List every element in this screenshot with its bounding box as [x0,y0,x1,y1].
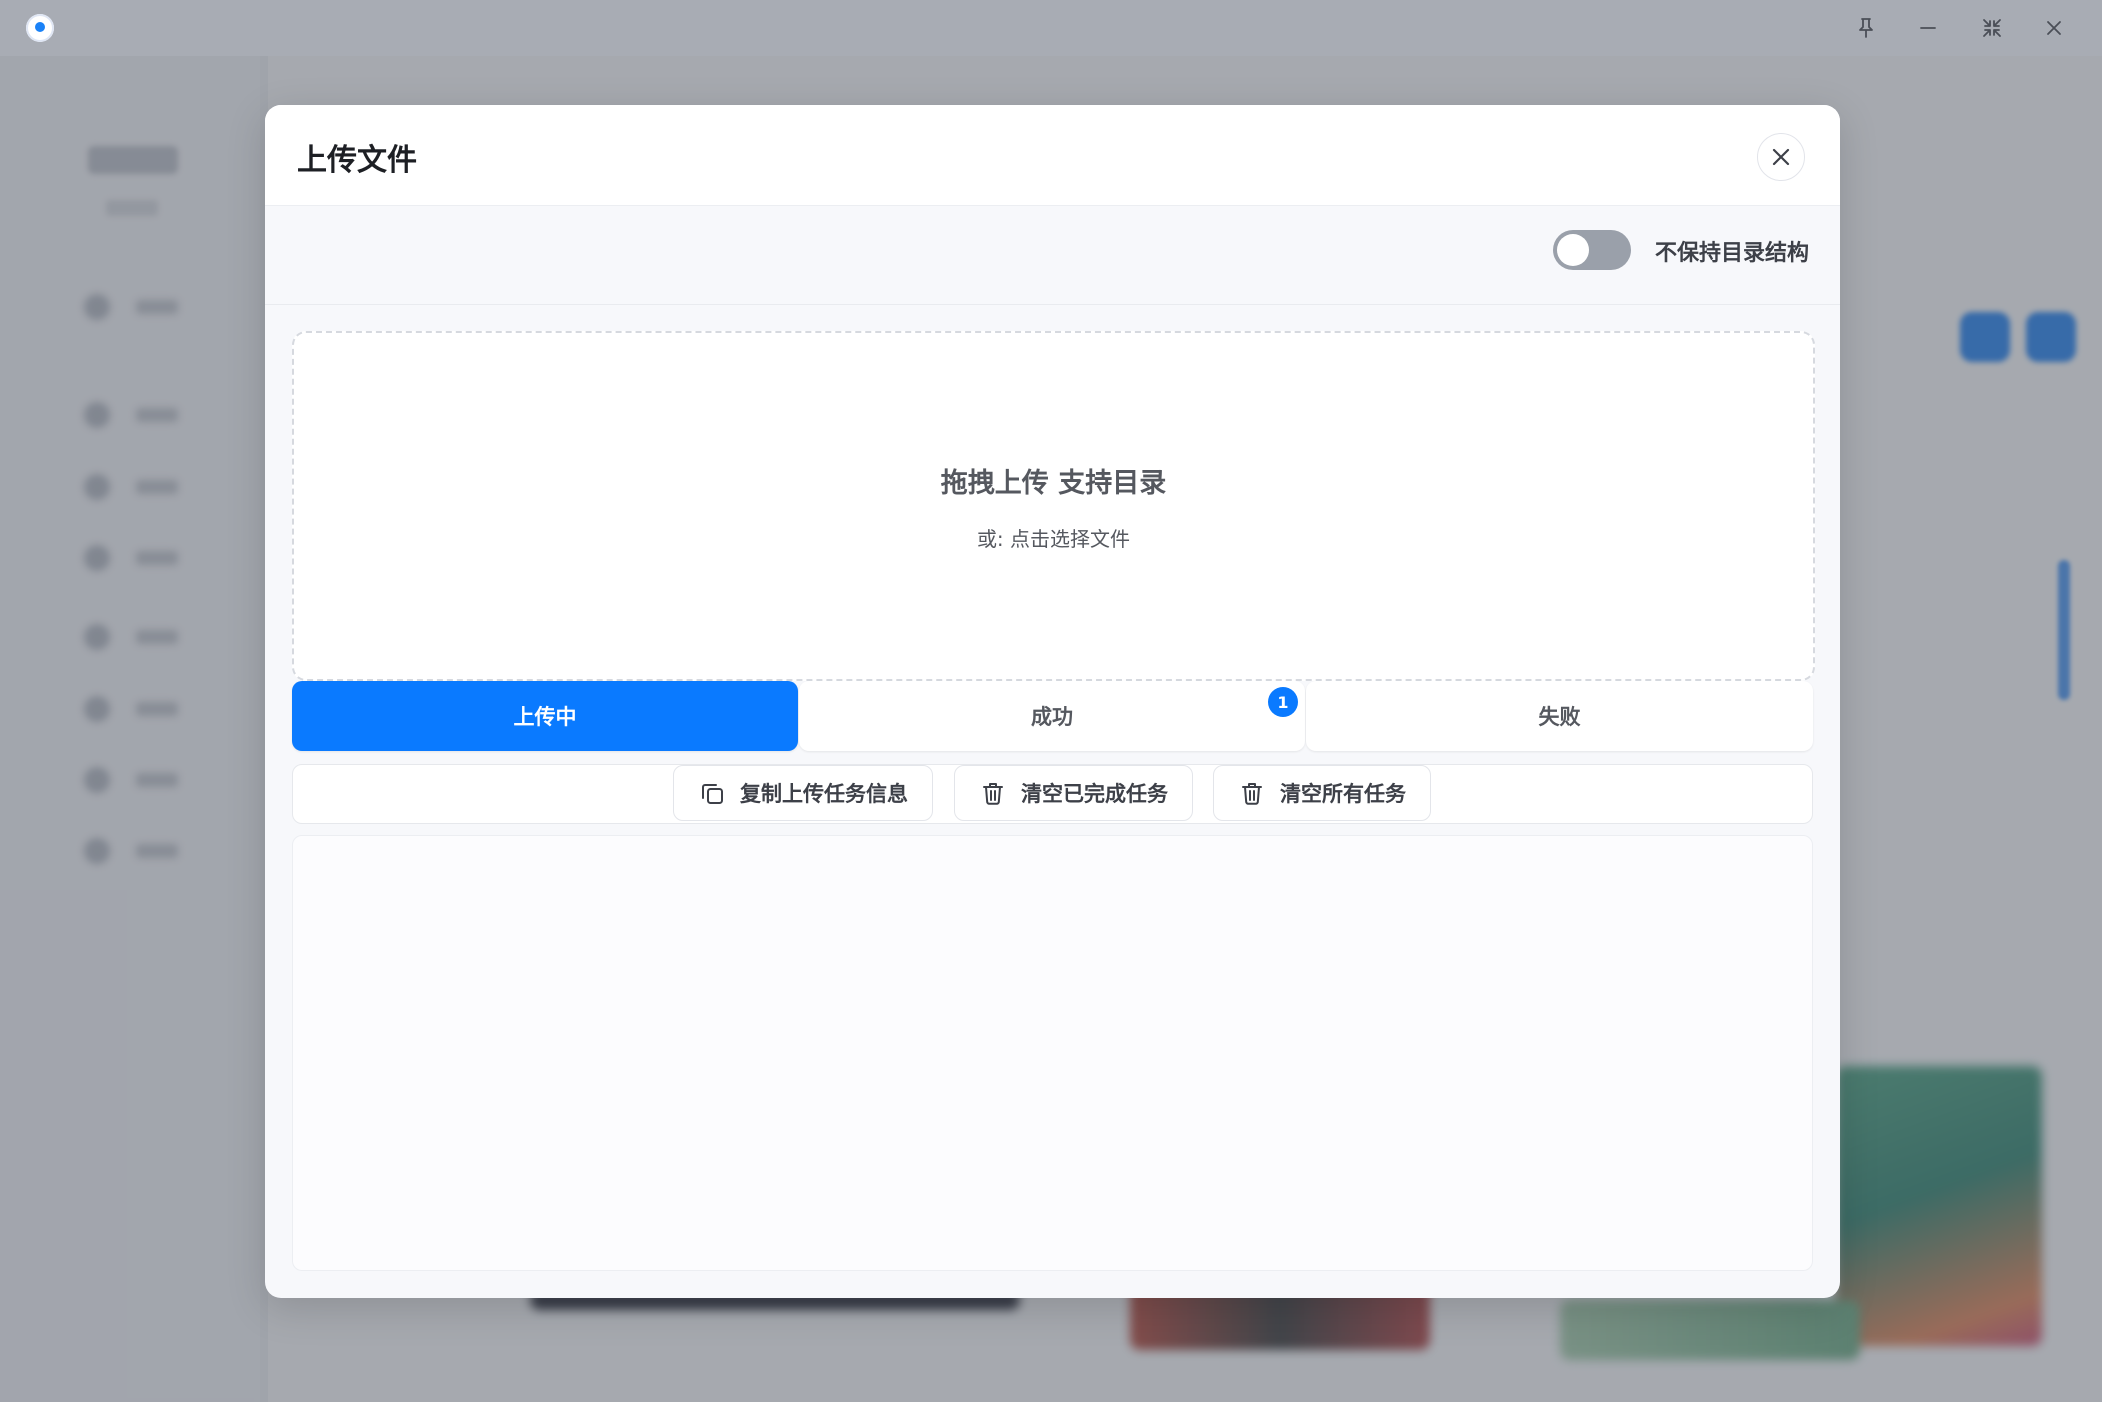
task-list [292,835,1813,1271]
close-icon [1772,148,1790,166]
clear-all-label: 清空所有任务 [1280,782,1406,806]
restore-icon[interactable] [1976,12,2008,44]
keep-structure-toggle[interactable] [1553,230,1631,270]
tab-uploading[interactable]: 上传中 [292,681,798,751]
app-logo-icon [26,14,54,42]
pin-icon[interactable] [1850,12,1882,44]
window-titlebar [0,0,2102,56]
dropzone-subtitle: 或: 点击选择文件 [976,527,1131,551]
clear-completed-button[interactable]: 清空已完成任务 [954,765,1193,821]
task-actions-bar: 复制上传任务信息 清空已完成任务 清空所有任务 [292,764,1813,824]
copy-icon [702,784,723,804]
dialog-title: 上传文件 [297,143,417,178]
clear-all-button[interactable]: 清空所有任务 [1213,765,1431,821]
copy-task-info-label: 复制上传任务信息 [740,782,908,806]
clear-completed-label: 清空已完成任务 [1021,782,1168,806]
minimize-icon[interactable] [1912,12,1944,44]
dropzone-title: 拖拽上传 支持目录 [940,468,1167,499]
trash-icon [1242,783,1262,805]
tab-success-label: 成功 [1031,705,1073,729]
dialog-close-button[interactable] [1757,133,1805,181]
copy-task-info-button[interactable]: 复制上传任务信息 [673,765,933,821]
tab-failed[interactable]: 失败 [1306,681,1813,751]
task-tabs: 上传中 成功 1 失败 [292,681,1813,751]
tab-success[interactable]: 成功 [799,681,1305,751]
dialog-header: 上传文件 [265,105,1840,206]
success-count-badge: 1 [1268,687,1298,717]
options-row: 不保持目录结构 [265,206,1840,305]
close-icon[interactable] [2038,12,2070,44]
toggle-label: 不保持目录结构 [1655,241,1810,266]
upload-dialog: 上传文件 不保持目录结构 拖拽上传 支持目录 或: 点击选择文件 上传中 成功 … [265,105,1840,1298]
trash-icon [983,783,1003,805]
upload-dropzone[interactable]: 拖拽上传 支持目录 或: 点击选择文件 [292,331,1815,681]
